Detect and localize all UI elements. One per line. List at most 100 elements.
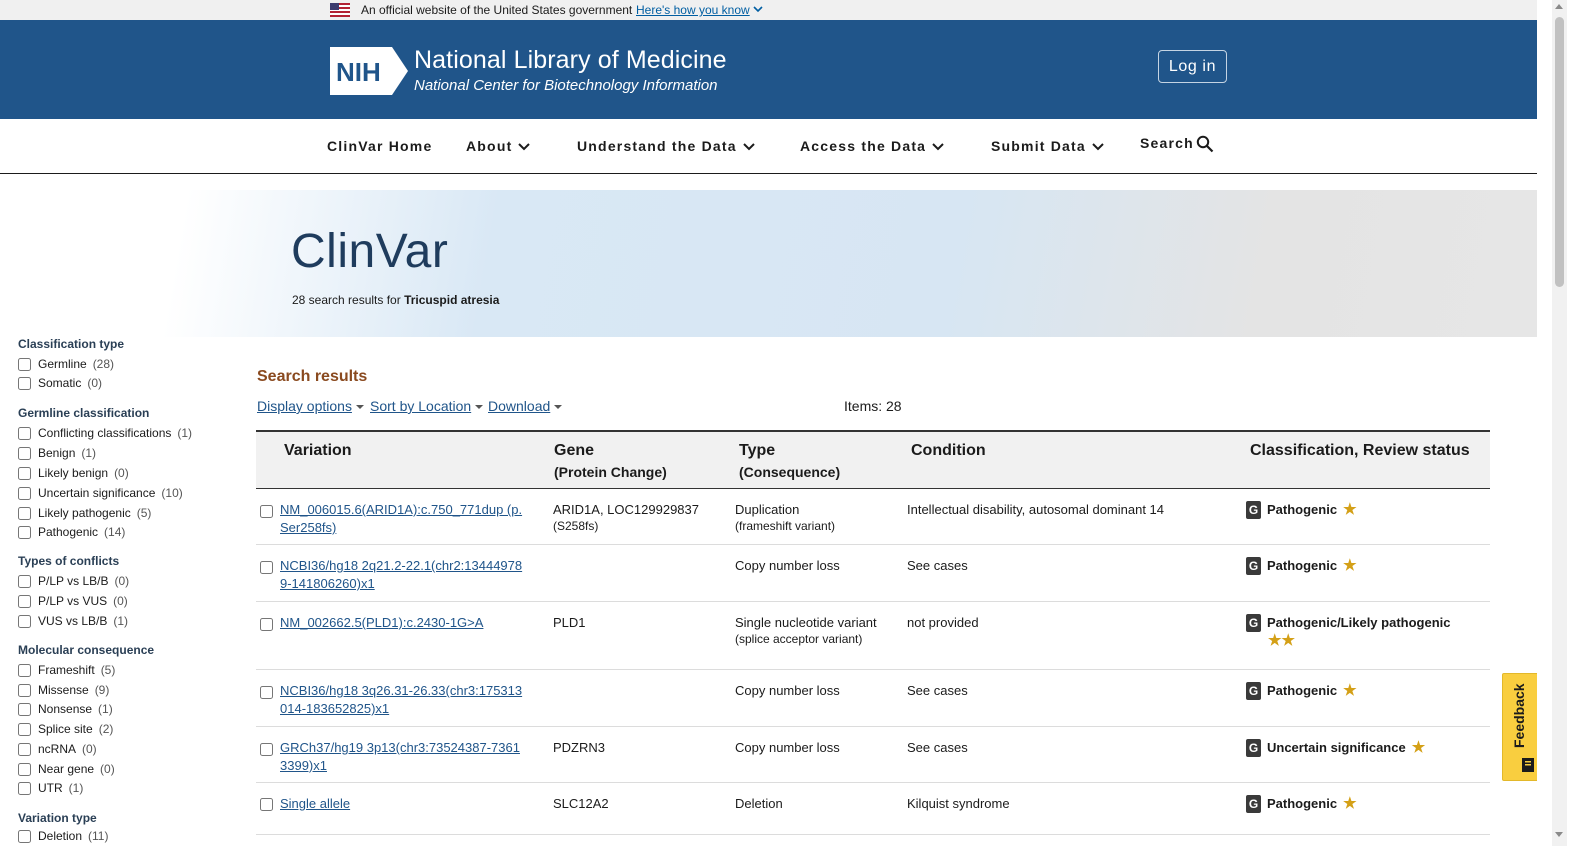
feedback-button[interactable]: Feedback (1502, 673, 1537, 781)
facet-uncertain[interactable]: Uncertain significance (10) (18, 486, 183, 500)
facet-checkbox[interactable] (18, 614, 31, 628)
facet-vus-vs-lbb[interactable]: VUS vs LB/B (1) (18, 614, 128, 628)
nav-search[interactable]: Search (1140, 135, 1214, 153)
classification-cell: G Pathogenic ★ (1246, 795, 1486, 813)
row-checkbox[interactable] (260, 686, 273, 699)
facet-nonsense[interactable]: Nonsense (1) (18, 702, 113, 716)
facet-label: P/LP vs VUS (38, 594, 108, 608)
facet-somatic[interactable]: Somatic (0) (18, 376, 102, 390)
facet-checkbox[interactable] (18, 781, 31, 795)
facet-splice-site[interactable]: Splice site (2) (18, 722, 113, 736)
row-checkbox[interactable] (260, 798, 273, 811)
nih-logo-text: NIH (336, 57, 381, 87)
consequence: (splice acceptor variant) (735, 632, 863, 646)
variation-link[interactable]: NM_002662.5(PLD1):c.2430-1G>A (280, 614, 525, 632)
nav-search-label: Search (1140, 135, 1194, 151)
classification-cell: G Pathogenic/Likely pathogenic ★★ (1246, 614, 1486, 650)
facet-near-gene[interactable]: Near gene (0) (18, 762, 115, 776)
chevron-down-icon[interactable] (752, 3, 764, 15)
facet-checkbox[interactable] (18, 594, 31, 608)
facet-checkbox[interactable] (18, 486, 31, 500)
facet-missense[interactable]: Missense (9) (18, 683, 109, 697)
nav-access-data[interactable]: Access the Data (800, 138, 944, 154)
facet-checkbox[interactable] (18, 426, 31, 440)
variation-link[interactable]: NCBI36/hg18 3q26.31-26.33(chr3:175313014… (280, 682, 525, 718)
variation-link[interactable]: GRCh37/hg19 3p13(chr3:73524387-73613399)… (280, 739, 525, 775)
type-cell: Copy number loss (735, 739, 895, 756)
sort-by-link[interactable]: Sort by Location (370, 398, 484, 414)
scroll-up-arrow-icon[interactable] (1555, 4, 1563, 9)
facet-checkbox[interactable] (18, 506, 31, 520)
col-condition[interactable]: Condition (911, 442, 986, 460)
review-star-icon: ★ (1343, 557, 1357, 574)
variation-type: Single nucleotide variant (735, 615, 877, 630)
col-gene[interactable]: Gene (Protein Change) (554, 442, 667, 480)
row-checkbox[interactable] (260, 618, 273, 631)
facet-checkbox[interactable] (18, 829, 31, 843)
facet-checkbox[interactable] (18, 357, 31, 371)
facet-checkbox[interactable] (18, 702, 31, 716)
nav-submit-data[interactable]: Submit Data (991, 138, 1104, 154)
facet-plp-vs-lbb[interactable]: P/LP vs LB/B (0) (18, 574, 129, 588)
facet-checkbox[interactable] (18, 446, 31, 460)
facet-checkbox[interactable] (18, 762, 31, 776)
nav-clinvar-home-label: ClinVar Home (327, 138, 433, 154)
classification-label: Pathogenic/Likely pathogenic (1267, 615, 1451, 630)
facet-ncrna[interactable]: ncRNA (0) (18, 742, 97, 756)
nav-understand-data[interactable]: Understand the Data (577, 138, 755, 154)
facet-checkbox[interactable] (18, 466, 31, 480)
facet-likely-benign[interactable]: Likely benign (0) (18, 466, 129, 480)
nav-clinvar-home[interactable]: ClinVar Home (327, 138, 432, 154)
type-cell: Copy number loss (735, 557, 895, 574)
row-checkbox[interactable] (260, 505, 273, 518)
page: An official website of the United States… (0, 0, 1537, 846)
nih-logo[interactable]: NIH (330, 47, 408, 95)
facet-checkbox[interactable] (18, 525, 31, 539)
variation-link[interactable]: NM_006015.6(ARID1A):c.750_771dup (p.Ser2… (280, 501, 525, 537)
facet-checkbox[interactable] (18, 663, 31, 677)
nav-access-label: Access the Data (800, 138, 927, 154)
col-type[interactable]: Type (Consequence) (739, 442, 840, 480)
vertical-scrollbar[interactable] (1552, 0, 1567, 846)
nav-understand-label: Understand the Data (577, 138, 737, 154)
consequence: (frameshift variant) (735, 519, 836, 533)
facet-frameshift[interactable]: Frameshift (5) (18, 663, 115, 677)
row-checkbox[interactable] (260, 561, 273, 574)
facet-pathogenic[interactable]: Pathogenic (14) (18, 525, 125, 539)
login-button[interactable]: Log in (1158, 50, 1227, 83)
facet-checkbox[interactable] (18, 722, 31, 736)
germline-badge: G (1246, 795, 1261, 813)
scroll-down-arrow-icon[interactable] (1555, 832, 1563, 837)
facet-deletion[interactable]: Deletion (11) (18, 829, 108, 843)
condition-cell: See cases (907, 740, 968, 755)
facet-utr[interactable]: UTR (1) (18, 781, 83, 795)
facet-count: (0) (100, 762, 115, 776)
col-classification[interactable]: Classification, Review status (1250, 442, 1470, 460)
facet-checkbox[interactable] (18, 376, 31, 390)
how-you-know-link[interactable]: Here's how you know (636, 3, 750, 17)
variation-link[interactable]: Single allele (280, 795, 525, 813)
feedback-label: Feedback (1511, 683, 1527, 748)
facet-plp-vs-vus[interactable]: P/LP vs VUS (0) (18, 594, 128, 608)
facet-count: (2) (98, 722, 114, 736)
nlm-title[interactable]: National Library of Medicine (414, 46, 727, 75)
facet-checkbox[interactable] (18, 742, 31, 756)
facet-count: (0) (87, 376, 103, 390)
facet-likely-pathogenic[interactable]: Likely pathogenic (5) (18, 506, 151, 520)
download-link[interactable]: Download (488, 398, 563, 414)
row-checkbox[interactable] (260, 743, 273, 756)
facet-checkbox[interactable] (18, 683, 31, 697)
display-options-link[interactable]: Display options (257, 398, 364, 414)
nav-about[interactable]: About (466, 138, 531, 154)
scrollbar-thumb[interactable] (1555, 17, 1564, 287)
facet-checkbox[interactable] (18, 574, 31, 588)
facet-conflicting[interactable]: Conflicting classifications (1) (18, 426, 192, 440)
facet-germline[interactable]: Germline (28) (18, 357, 114, 371)
variation-link[interactable]: NCBI36/hg18 2q21.2-22.1(chr2:134449789-1… (280, 557, 525, 593)
facet-count: (5) (100, 663, 116, 677)
table-row: Single allele SLC12A2 Deletion Kilquist … (256, 783, 1490, 835)
facet-label: P/LP vs LB/B (38, 574, 109, 588)
facet-benign[interactable]: Benign (1) (18, 446, 96, 460)
facet-count: (10) (161, 486, 183, 500)
col-variation[interactable]: Variation (284, 442, 352, 460)
